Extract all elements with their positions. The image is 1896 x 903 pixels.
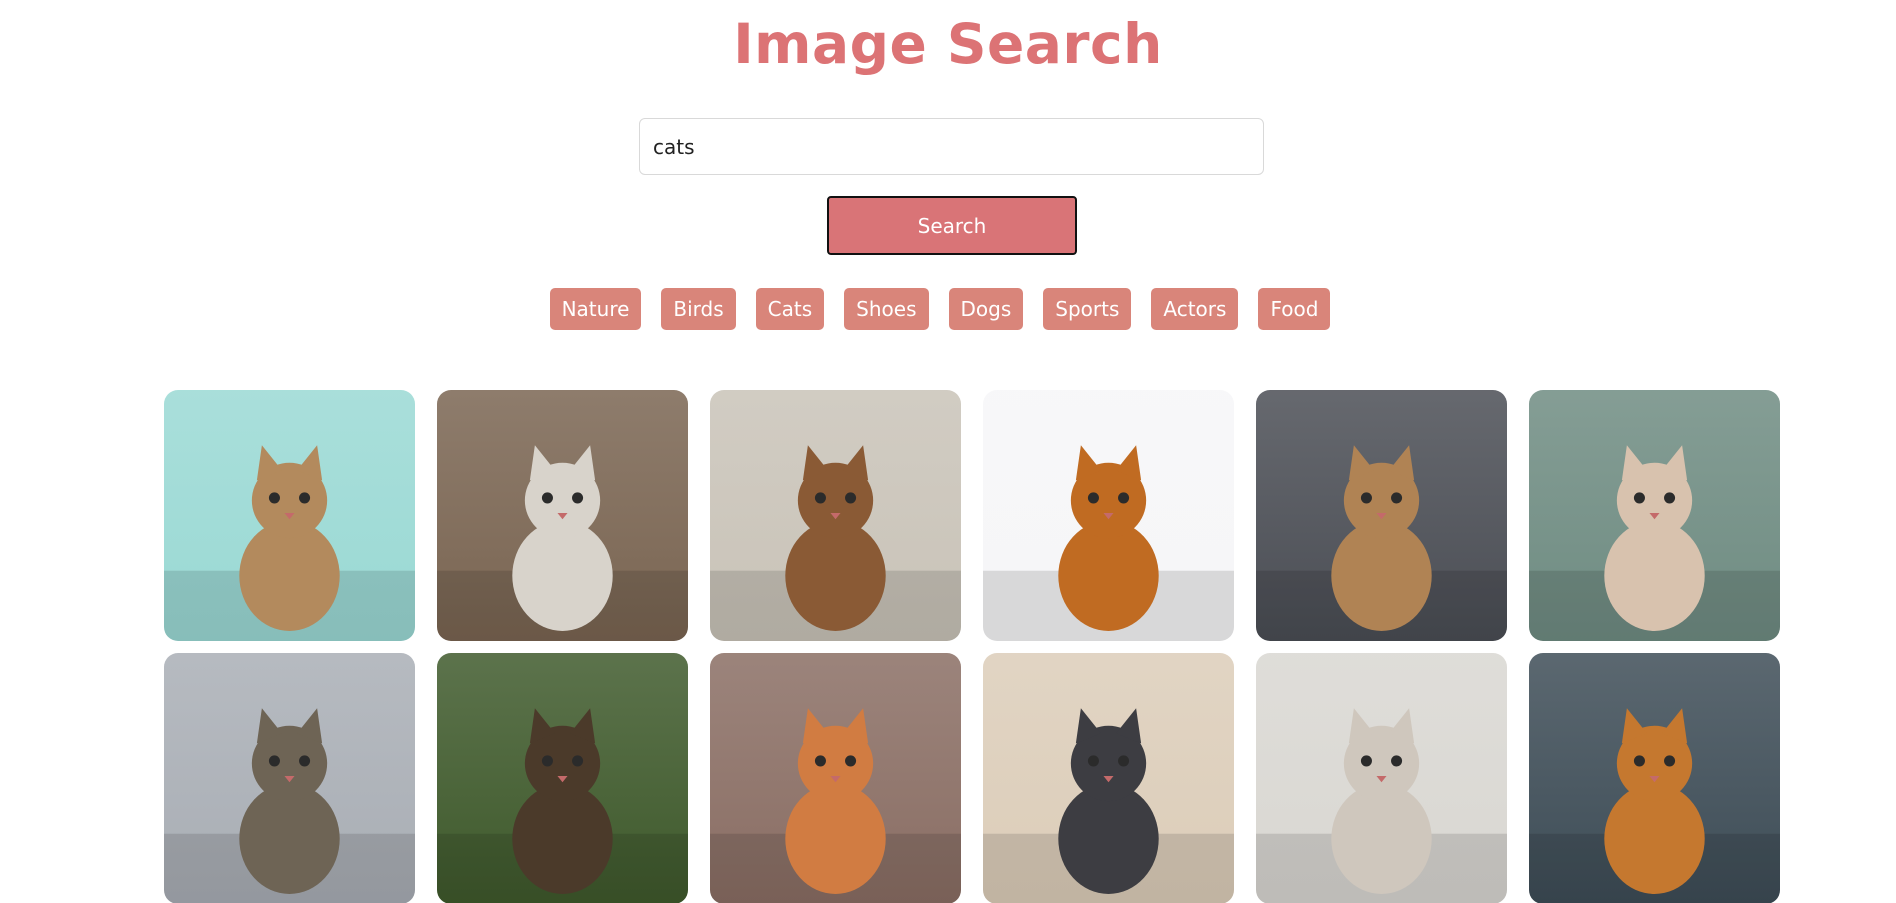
image-result-tile[interactable] (164, 653, 415, 903)
cat-photo (1256, 653, 1507, 903)
search-input[interactable] (639, 118, 1264, 175)
cat-photo (983, 653, 1234, 903)
image-search-page: Image Search Search Nature Birds Cats Sh… (0, 0, 1896, 903)
cat-photo (1256, 390, 1507, 641)
image-result-tile[interactable] (437, 653, 688, 903)
search-button[interactable]: Search (827, 196, 1077, 255)
page-title: Image Search (733, 12, 1163, 76)
category-chip-sports[interactable]: Sports (1043, 288, 1132, 330)
category-chips: Nature Birds Cats Shoes Dogs Sports Acto… (0, 288, 1888, 330)
image-result-tile[interactable] (710, 653, 961, 903)
cat-photo (437, 390, 688, 641)
category-chip-dogs[interactable]: Dogs (948, 288, 1024, 330)
cat-photo (710, 390, 961, 641)
image-results-grid (164, 390, 1780, 903)
category-chip-food[interactable]: Food (1258, 288, 1331, 330)
image-result-tile[interactable] (710, 390, 961, 641)
category-chip-birds[interactable]: Birds (661, 288, 736, 330)
cat-photo (1529, 653, 1780, 903)
cat-photo (710, 653, 961, 903)
category-chip-shoes[interactable]: Shoes (844, 288, 929, 330)
category-chip-cats[interactable]: Cats (755, 288, 825, 330)
image-result-tile[interactable] (983, 390, 1234, 641)
cat-photo (437, 653, 688, 903)
image-result-tile[interactable] (1529, 653, 1780, 903)
category-chip-actors[interactable]: Actors (1151, 288, 1239, 330)
cat-photo (983, 390, 1234, 641)
cat-photo (1529, 390, 1780, 641)
image-result-tile[interactable] (983, 653, 1234, 903)
image-result-tile[interactable] (1256, 653, 1507, 903)
category-chip-nature[interactable]: Nature (549, 288, 642, 330)
image-result-tile[interactable] (1529, 390, 1780, 641)
cat-photo (164, 390, 415, 641)
image-result-tile[interactable] (1256, 390, 1507, 641)
cat-photo (164, 653, 415, 903)
image-result-tile[interactable] (164, 390, 415, 641)
image-result-tile[interactable] (437, 390, 688, 641)
